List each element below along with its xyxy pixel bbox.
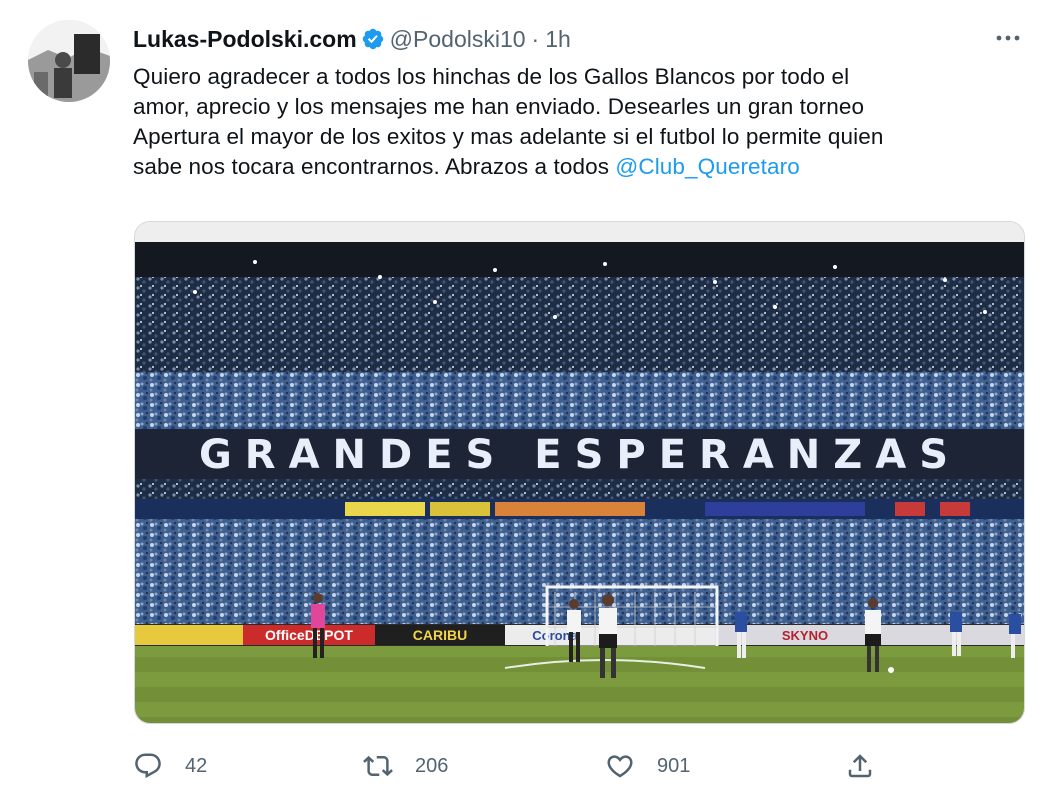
ad-board-text: OfficeDEPOT [265,627,353,643]
like-count: 901 [657,754,691,777]
retweet-icon [363,755,393,777]
tweet-text-line: Apertura el mayor de los exitos y mas ad… [133,124,884,149]
separator-dot: · [531,25,540,52]
share-button[interactable] [845,744,875,788]
reply-button[interactable]: 42 [133,744,207,788]
tweet-header: Lukas-Podolski.com @Podolski10 · 1h [133,24,571,54]
like-button[interactable]: 901 [605,744,690,788]
avatar[interactable] [28,20,110,102]
author-handle[interactable]: @Podolski10 [390,26,526,53]
ad-board-text: CARIBU [413,627,467,643]
tweet-text: Quiero agradecer a todos los hinchas de … [133,62,1023,182]
tweet-text-line-content: sabe nos tocara encontrarnos. Abrazos a … [133,154,616,179]
tweet-actions: 42 206 901 [133,744,893,788]
heart-icon [607,755,633,778]
tweet-text-line: Quiero agradecer a todos los hinchas de … [133,64,850,89]
stadium-photo: GRANDES ESPERANZAS OfficeDEPOT CARIBU Co… [135,222,1024,723]
reply-count: 42 [185,754,208,777]
more-options-button[interactable] [986,22,1030,54]
tweet-media[interactable]: GRANDES ESPERANZAS OfficeDEPOT CARIBU Co… [134,221,1025,724]
mention-link[interactable]: @Club_Queretaro [615,154,799,179]
tweet-text-line: sabe nos tocara encontrarnos. Abrazos a … [133,152,1023,182]
tweet-text-line: amor, aprecio y los mensajes me han envi… [133,94,865,119]
ad-board-text: SKYNO [782,628,828,643]
more-options-icon [996,35,1020,41]
timestamp[interactable]: 1h [545,26,571,53]
banner-text: GRANDES ESPERANZAS [199,432,961,478]
verified-badge-icon [362,28,383,50]
share-icon [848,754,872,778]
author-name[interactable]: Lukas-Podolski.com [133,26,357,53]
reply-icon [135,753,161,779]
retweet-button[interactable]: 206 [363,744,448,788]
avatar-image [28,20,110,102]
retweet-count: 206 [415,754,449,777]
